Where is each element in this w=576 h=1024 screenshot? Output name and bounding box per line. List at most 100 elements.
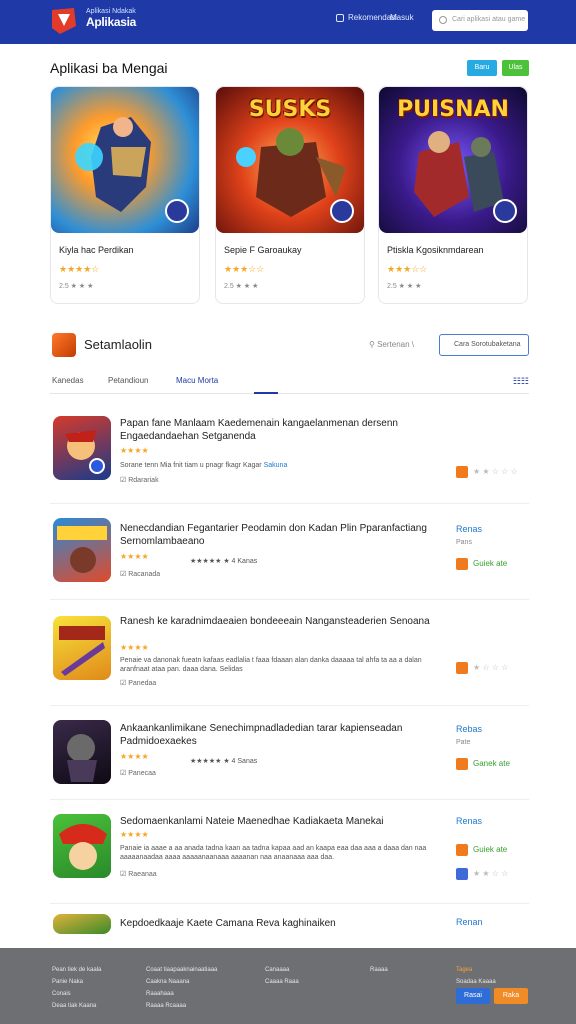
featured-card-3[interactable]: PUISNAN Ptiskla Kgosiknmdarean ★★★☆☆ 2.5… <box>378 86 528 304</box>
rating-stars: ★★★★ <box>120 752 149 761</box>
orange-badge-icon <box>456 558 468 570</box>
card-meta: 2.5 ★ ★ ★ <box>387 283 422 290</box>
section-gift-icon <box>52 333 76 357</box>
footer-link[interactable]: Panie Naka <box>52 976 101 988</box>
footer-link[interactable]: Pean tiek de kaala <box>52 964 101 976</box>
footer-link[interactable]: Caaaa Raaa <box>265 976 299 988</box>
search-small-icon: ⚲ <box>369 340 378 349</box>
list-item[interactable]: Sedomaenkanlami Nateie Maenedhae Kadiaka… <box>50 800 529 904</box>
item-title: Ranesh ke karadnimdaeaien bondeeeain Nan… <box>120 616 430 627</box>
side-rating: ★ ★ ☆ ☆ ☆ <box>456 466 518 478</box>
list-item[interactable]: Papan fane Manlaam Kaedemenain kangaelan… <box>50 404 529 504</box>
footer-link[interactable]: Caakna Naaana <box>146 976 217 988</box>
app-icon-image <box>53 616 111 680</box>
footer-button-blue[interactable]: Rasai <box>456 988 490 1004</box>
nav-recommend-link[interactable]: Rekomendasi <box>336 13 397 22</box>
footer-link[interactable]: Raaaa Rcaaaa <box>146 1000 217 1012</box>
item-title: Sedomaenkanlami Nateie Maenedhae Kadiaka… <box>120 816 384 827</box>
game-art-title: SUSKS <box>248 97 332 122</box>
side-rating: Ganek ate <box>456 758 510 770</box>
rating-stars: ★★★☆☆ <box>224 264 265 274</box>
list-item[interactable]: Kepdoedkaaje Kaete Camana Reva kaghinaik… <box>50 904 529 934</box>
sort-label[interactable]: ⚲ Sertenan \ <box>369 340 414 349</box>
side-subtitle: Pate <box>456 739 471 746</box>
item-link[interactable]: Sakuna <box>264 462 288 469</box>
orange-badge-icon <box>456 758 468 770</box>
side-title[interactable]: Rebas <box>456 724 482 734</box>
item-title: Kepdoedkaaje Kaete Camana Reva kaghinaik… <box>120 918 336 929</box>
game-art-image <box>51 87 199 233</box>
side-subtitle: Pans <box>456 539 472 546</box>
grid-view-icon[interactable]: ☷☷ <box>513 376 529 387</box>
rating-stars: ★★★★ <box>120 643 149 652</box>
footer-col-4: Raaaa <box>370 964 388 976</box>
side-title[interactable]: Renas <box>456 816 482 826</box>
new-button[interactable]: Baru <box>467 60 497 76</box>
rating-stars: ★★★★ <box>120 830 149 839</box>
chat-icon <box>336 13 344 22</box>
featured-card-1[interactable]: Kiyla hac Perdikan ★★★★☆ 2.5 ★ ★ ★ <box>50 86 200 304</box>
rating-stars: ★★★★ <box>120 552 149 561</box>
card-title: Kiyla hac Perdikan <box>59 245 134 255</box>
footer-button-orange[interactable]: Raka <box>494 988 528 1004</box>
footer-link[interactable]: Coaat tiaapaaknainaatiaaa <box>146 964 217 976</box>
side-title[interactable]: Renan <box>456 917 483 927</box>
footer-col-5: Tagea Soadaa Kaaaa <box>456 964 496 988</box>
nav-login-link[interactable]: Masuk <box>390 13 414 22</box>
game-art-image: SUSKS <box>216 87 364 233</box>
brand-name[interactable]: Aplikasia <box>86 15 136 29</box>
review-button[interactable]: Ulas <box>502 60 529 76</box>
search-placeholder: Cari aplikasi atau game <box>452 16 526 23</box>
search-icon <box>439 16 447 24</box>
card-title: Sepie F Garoaukay <box>224 245 302 255</box>
game-art-title: PUISNAN <box>397 97 509 122</box>
footer-link[interactable]: Conais <box>52 988 101 1000</box>
check-icon: ☑ <box>120 680 127 687</box>
rating-stars: ★★★★☆ <box>59 264 100 274</box>
item-description: Penaie va danonak fueatn kafaas eadlalia… <box>120 657 422 673</box>
sort-dropdown[interactable]: Cara Sorotubaketana <box>439 334 529 356</box>
footer-col-1: Pean tiek de kaala Panie Naka Conais Dea… <box>52 964 101 1012</box>
item-footer: ☑ Panedaa <box>120 680 157 687</box>
orange-badge-icon <box>456 466 468 478</box>
top-header: Aplikasi Ndakak Aplikasia Rekomendasi Ma… <box>0 0 576 44</box>
tab-bar: Kanedas Petandioun Macu Morta ☷☷ <box>50 374 529 394</box>
side-rating: Guiek ate <box>456 844 507 856</box>
footer-col-2: Coaat tiaapaaknainaatiaaa Caakna Naaana … <box>146 964 217 1012</box>
active-tab-indicator <box>254 392 278 394</box>
list-item[interactable]: Ranesh ke karadnimdaeaien bondeeeain Nan… <box>50 600 529 706</box>
featured-card-2[interactable]: SUSKS Sepie F Garoaukay ★★★☆☆ 2.5 ★ ★ ★ <box>215 86 365 304</box>
list-item[interactable]: Nenecdandian Fegantarier Peodamin don Ka… <box>50 504 529 600</box>
check-icon: ☑ <box>120 571 127 578</box>
item-description: Sorane tenn Mia fnit tiam u pnagr fkagr … <box>120 462 288 469</box>
tab-macu-morta[interactable]: Macu Morta <box>176 376 218 385</box>
publisher-badge-icon <box>493 199 517 223</box>
item-footer: ☑ Raeanaa <box>120 871 157 878</box>
footer-link[interactable]: Raaahaaa <box>146 988 217 1000</box>
side-rating-2: ★ ★ ☆ ☆ <box>456 868 508 880</box>
tab-kanedas[interactable]: Kanedas <box>52 376 84 385</box>
app-icon-image <box>53 814 111 878</box>
list-item[interactable]: Ankaankanlimikane Senechimpnadladedian t… <box>50 706 529 800</box>
featured-title: Aplikasi ba Mengai <box>50 60 168 76</box>
item-title: Papan fane Manlaam Kaedemenain kangaelan… <box>120 418 398 442</box>
search-input[interactable]: Cari aplikasi atau game <box>432 10 528 31</box>
app-icon-image <box>53 518 111 582</box>
side-rating: Guiek ate <box>456 558 507 570</box>
rating-stars: ★★★☆☆ <box>387 264 428 274</box>
footer-link[interactable]: Tagea <box>456 964 496 976</box>
app-logo-icon[interactable] <box>50 6 78 36</box>
brand-tagline: Aplikasi Ndakak <box>86 8 136 15</box>
publisher-badge-icon <box>330 199 354 223</box>
check-icon: ☑ <box>120 770 127 777</box>
item-title: Ankaankanlimikane Senechimpnadladedian t… <box>120 723 403 747</box>
footer-link[interactable]: Soadaa Kaaaa <box>456 976 496 988</box>
side-title[interactable]: Renas <box>456 524 482 534</box>
footer-link[interactable]: Deaa tiak Kaana <box>52 1000 101 1012</box>
card-meta: 2.5 ★ ★ ★ <box>59 283 94 290</box>
footer-link[interactable]: Canaaaa <box>265 964 299 976</box>
footer-link[interactable]: Raaaa <box>370 964 388 976</box>
app-icon-image <box>53 416 111 480</box>
orange-badge-icon <box>456 844 468 856</box>
tab-petandioun[interactable]: Petandioun <box>108 376 148 385</box>
